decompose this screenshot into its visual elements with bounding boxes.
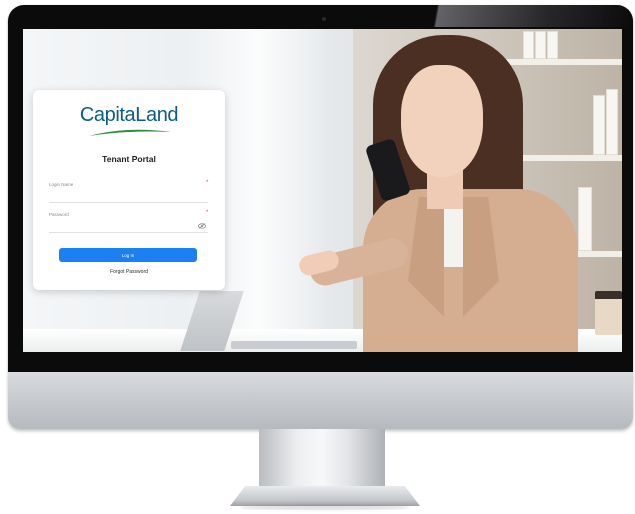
forgot-password-link[interactable]: Forgot Password <box>33 269 225 275</box>
coffee-cup <box>595 291 622 335</box>
login-name-input[interactable] <box>49 191 208 203</box>
login-name-required-mark: * <box>206 180 209 186</box>
monitor-stand-neck <box>259 429 385 487</box>
stand-shadow <box>240 505 410 510</box>
password-required-mark: * <box>206 210 209 216</box>
logo-swoosh-icon <box>89 129 171 136</box>
page-title: Tenant Portal <box>102 154 156 164</box>
bezel-reflection <box>420 5 633 27</box>
laptop-keyboard <box>231 341 357 349</box>
capitaland-logo: CapitaLand <box>79 104 179 126</box>
login-name-label: Login Name <box>49 182 74 187</box>
login-card: CapitaLand Tenant Portal Login Name * Pa… <box>33 90 225 290</box>
woman-face <box>401 65 483 177</box>
login-button[interactable]: Log In <box>59 248 197 262</box>
webcam <box>322 17 326 21</box>
monitor-screen: CapitaLand Tenant Portal Login Name * Pa… <box>23 29 622 352</box>
monitor-stand-base <box>230 486 420 506</box>
eye-icon[interactable] <box>198 223 206 229</box>
password-input[interactable] <box>49 221 208 233</box>
monitor-chin <box>8 372 633 429</box>
password-label: Password <box>49 212 69 217</box>
